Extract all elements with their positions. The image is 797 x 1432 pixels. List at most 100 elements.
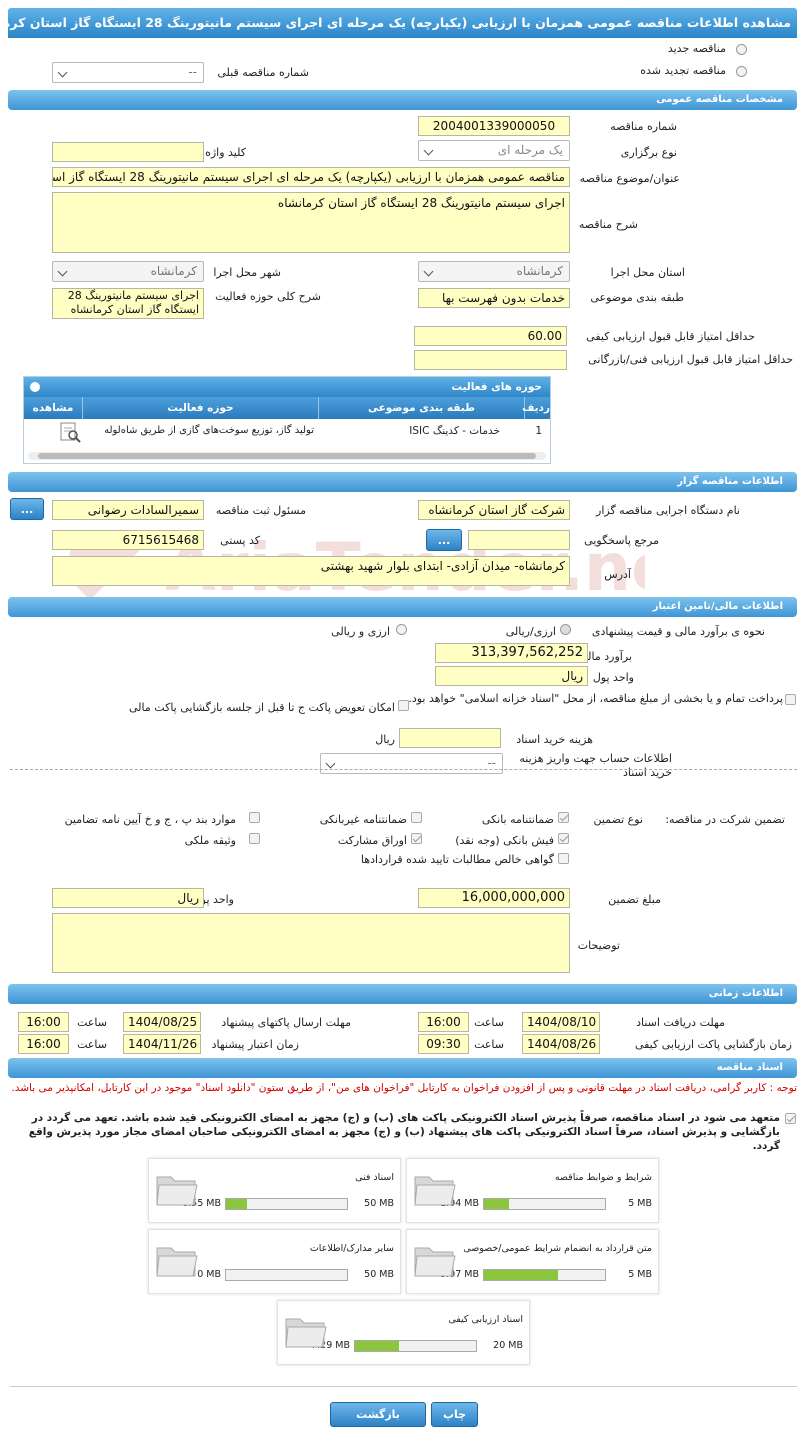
ref-field[interactable] xyxy=(468,530,570,550)
row-category: خدمات - کدینگ ISIC xyxy=(409,425,500,437)
fx-option-label: ارزی و ریالی xyxy=(331,625,390,638)
folder-icon xyxy=(414,1176,456,1206)
file-card[interactable]: سایر مدارک/اطلاعات 50 MB 0 MB xyxy=(148,1229,401,1294)
doc-cost-field[interactable] xyxy=(399,728,501,748)
page-title: مشاهده اطلاعات مناقصه عمومی همزمان با ار… xyxy=(8,8,797,38)
file-max-size: 5 MB xyxy=(628,1269,652,1280)
min-quality-label: حداقل امتیاز قابل قبول ارزیابی کیفی xyxy=(586,330,755,343)
min-tech-field[interactable] xyxy=(414,350,567,370)
chevron-down-icon xyxy=(423,145,434,156)
resp-lookup-button[interactable]: ... xyxy=(10,498,44,520)
city-select[interactable]: کرمانشاه xyxy=(52,261,204,282)
col-index: ردیف xyxy=(522,397,550,419)
province-select[interactable]: کرمانشاه xyxy=(418,261,570,282)
radio-rial[interactable] xyxy=(560,624,571,635)
file-card[interactable]: اسناد ارزیابی کیفی 20 MB 7.29 MB xyxy=(277,1300,530,1365)
type-label: نوع برگزاری xyxy=(620,146,677,159)
nonbank-guarantee-label: ضمانتنامه غیربانکی xyxy=(319,813,407,826)
category-label: طبقه بندی موضوعی xyxy=(590,291,684,304)
activity-grid: حوزه های فعالیت ردیف طبقه بندی موضوعی حو… xyxy=(23,376,551,464)
ref-lookup-button[interactable]: ... xyxy=(426,529,462,551)
swap-label: امکان تعویض پاکت ج تا قبل از جلسه بازگشا… xyxy=(129,701,395,714)
currency-field[interactable]: ریال xyxy=(435,666,588,686)
treasury-checkbox[interactable] xyxy=(785,694,796,705)
prev-number-label: شماره مناقصه قبلی xyxy=(217,66,309,79)
org-field[interactable]: شرکت گاز استان کرمانشاه xyxy=(418,500,570,520)
horizontal-scrollbar[interactable] xyxy=(28,452,546,460)
keyword-field[interactable] xyxy=(52,142,204,162)
folder-icon xyxy=(156,1176,198,1206)
radio-renewed-tender[interactable] xyxy=(736,66,747,77)
file-card[interactable]: متن قرارداد به انضمام شرایط عمومی/خصوصی … xyxy=(406,1229,659,1294)
row-index: 1 xyxy=(535,425,542,437)
swap-checkbox[interactable] xyxy=(398,700,409,711)
col-view: مشاهده xyxy=(32,402,74,414)
file-usage-bar xyxy=(483,1198,606,1210)
valid-date-field[interactable]: 1404/11/26 xyxy=(123,1034,201,1054)
file-name: سایر مدارک/اطلاعات xyxy=(309,1243,394,1254)
guarantee-type-label: نوع تضمین xyxy=(593,813,643,826)
scrollbar-thumb[interactable] xyxy=(38,453,536,459)
send-label: مهلت ارسال پاکتهای پیشنهاد xyxy=(221,1016,351,1029)
file-usage-bar xyxy=(354,1340,477,1352)
notes-field[interactable] xyxy=(52,913,570,973)
account-select[interactable]: -- xyxy=(320,753,503,774)
clauses-checkbox xyxy=(249,812,260,823)
resp-field[interactable]: سمیرالسادات رضوانی xyxy=(52,500,204,520)
send-date-field[interactable]: 1404/08/25 xyxy=(123,1012,201,1032)
receive-date-field[interactable]: 1404/08/10 xyxy=(522,1012,600,1032)
valid-label: زمان اعتبار پیشنهاد xyxy=(211,1038,299,1051)
valid-time-field[interactable]: 16:00 xyxy=(18,1034,69,1054)
category-field[interactable]: خدمات بدون فهرست بها xyxy=(418,288,570,308)
doc-cost-label: هزینه خرید اسناد xyxy=(516,733,593,746)
open-date-field[interactable]: 1404/08/26 xyxy=(522,1034,600,1054)
send-time-label: ساعت xyxy=(77,1016,107,1029)
guarantee-amount-field[interactable]: 16,000,000,000 xyxy=(418,888,570,908)
file-name: شرایط و ضوابط مناقصه xyxy=(554,1172,652,1183)
bonds-label: اوراق مشارکت xyxy=(337,834,407,847)
file-max-size: 5 MB xyxy=(628,1198,652,1209)
chevron-down-icon xyxy=(325,758,336,769)
col-field: حوزه فعالیت xyxy=(82,397,318,419)
postal-label: کد پستی xyxy=(220,534,260,547)
chevron-down-icon xyxy=(423,266,434,277)
cheque-checkbox xyxy=(558,833,569,844)
desc-field[interactable]: اجرای سیستم مانیتورینگ 28 ایستگاه گاز اس… xyxy=(52,192,570,253)
bank-guarantee-label: ضمانتنامه بانکی xyxy=(481,813,554,826)
file-card[interactable]: اسناد فنی 50 MB 8.55 MB xyxy=(148,1158,401,1223)
resp-label: مسئول ثبت مناقصه xyxy=(215,504,306,517)
scope-field[interactable]: اجرای سیستم مانیتورینگ 28 ایستگاه گاز اس… xyxy=(52,288,204,319)
subject-field[interactable]: مناقصه عمومی همزمان با ارزیابی (یکپارچه)… xyxy=(52,167,570,187)
view-document-icon[interactable] xyxy=(58,421,82,443)
type-select[interactable]: یک مرحله ای xyxy=(418,140,570,161)
receive-time-field[interactable]: 16:00 xyxy=(418,1012,469,1032)
estimate-field[interactable]: 313,397,562,252 xyxy=(435,643,588,663)
tender-number-field[interactable]: 2004001339000050 xyxy=(418,116,570,136)
org-label: نام دستگاه اجرایی مناقصه گزار xyxy=(596,504,740,517)
open-time-field[interactable]: 09:30 xyxy=(418,1034,469,1054)
activity-grid-columns: ردیف طبقه بندی موضوعی حوزه فعالیت مشاهده xyxy=(24,397,550,419)
subject-label: عنوان/موضوع مناقصه xyxy=(579,172,680,185)
row-field: تولید گاز، توزیع سوخت‌های گازی از طریق ش… xyxy=(104,425,314,436)
guarantee-unit-field[interactable]: ریال xyxy=(52,888,204,908)
collapse-icon[interactable] xyxy=(30,382,40,392)
new-tender-label: مناقصه جدید xyxy=(667,42,726,55)
addr-field[interactable]: کرمانشاه- میدان آزادی- ابتدای بلوار شهید… xyxy=(52,556,570,586)
file-card[interactable]: شرایط و ضوابط مناقصه 5 MB 1.04 MB xyxy=(406,1158,659,1223)
chevron-down-icon xyxy=(57,67,68,78)
guarantee-title: تضمین شرکت در مناقصه: xyxy=(665,813,785,826)
min-quality-field[interactable]: 60.00 xyxy=(414,326,567,346)
back-button[interactable]: بازگشت xyxy=(330,1402,426,1427)
file-name: اسناد ارزیابی کیفی xyxy=(448,1314,523,1325)
radio-fx[interactable] xyxy=(396,624,407,635)
treasury-label: پرداخت تمام و یا بخشی از مبلغ مناقصه، از… xyxy=(408,692,783,705)
docs-note: توجه : کاربر گرامی، دریافت اسناد در مهلت… xyxy=(11,1082,797,1094)
send-time-field[interactable]: 16:00 xyxy=(18,1012,69,1032)
radio-new-tender[interactable] xyxy=(736,44,747,55)
section-general: مشخصات مناقصه عمومی xyxy=(8,90,797,110)
receive-time-label: ساعت xyxy=(474,1016,504,1029)
clauses-label: موارد بند پ ، ج و خ آیین نامه تضامین xyxy=(64,813,236,826)
prev-number-select[interactable]: -- xyxy=(52,62,204,83)
print-button[interactable]: چاپ xyxy=(431,1402,478,1427)
postal-field[interactable]: 6715615468 xyxy=(52,530,204,550)
